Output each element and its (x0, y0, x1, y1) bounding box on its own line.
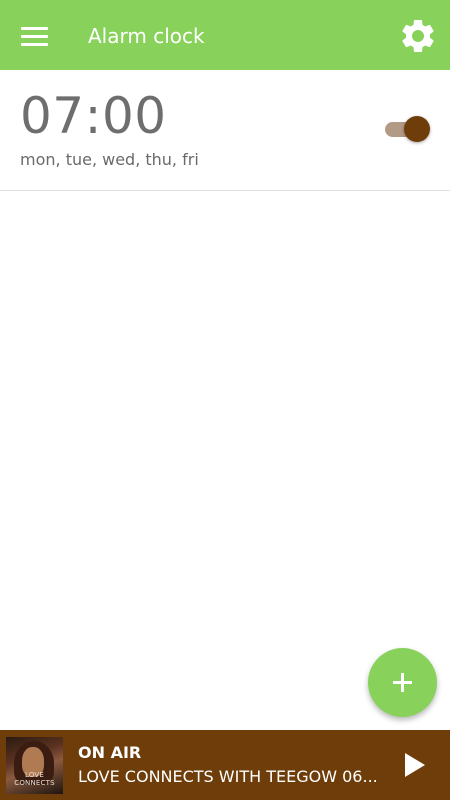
toggle-thumb (404, 116, 430, 142)
alarm-row[interactable]: 07:00 mon, tue, wed, thu, fri (0, 70, 450, 191)
gear-icon (402, 19, 434, 52)
alarm-toggle[interactable] (384, 115, 432, 143)
play-icon (405, 753, 425, 777)
toolbar-title: Alarm clock (88, 24, 205, 48)
app-root: Alarm clock 07:00 mon, tue, wed, thu, fr… (0, 0, 450, 800)
toolbar: Alarm clock (0, 0, 450, 70)
play-button[interactable] (398, 746, 434, 784)
alarm-time[interactable]: 07:00 (20, 86, 167, 146)
cover-text: LOVE CONNECTS (14, 771, 55, 787)
settings-button[interactable] (398, 16, 438, 56)
add-alarm-button[interactable] (368, 648, 437, 717)
album-cover: LOVE CONNECTS (6, 737, 63, 794)
on-air-label: ON AIR (78, 743, 142, 762)
menu-button[interactable] (16, 18, 56, 52)
track-title: LOVE CONNECTS WITH TEEGOW 06... (78, 767, 378, 786)
radio-player-bar[interactable]: LOVE CONNECTS (0, 730, 450, 800)
alarm-days: mon, tue, wed, thu, fri (20, 150, 199, 169)
